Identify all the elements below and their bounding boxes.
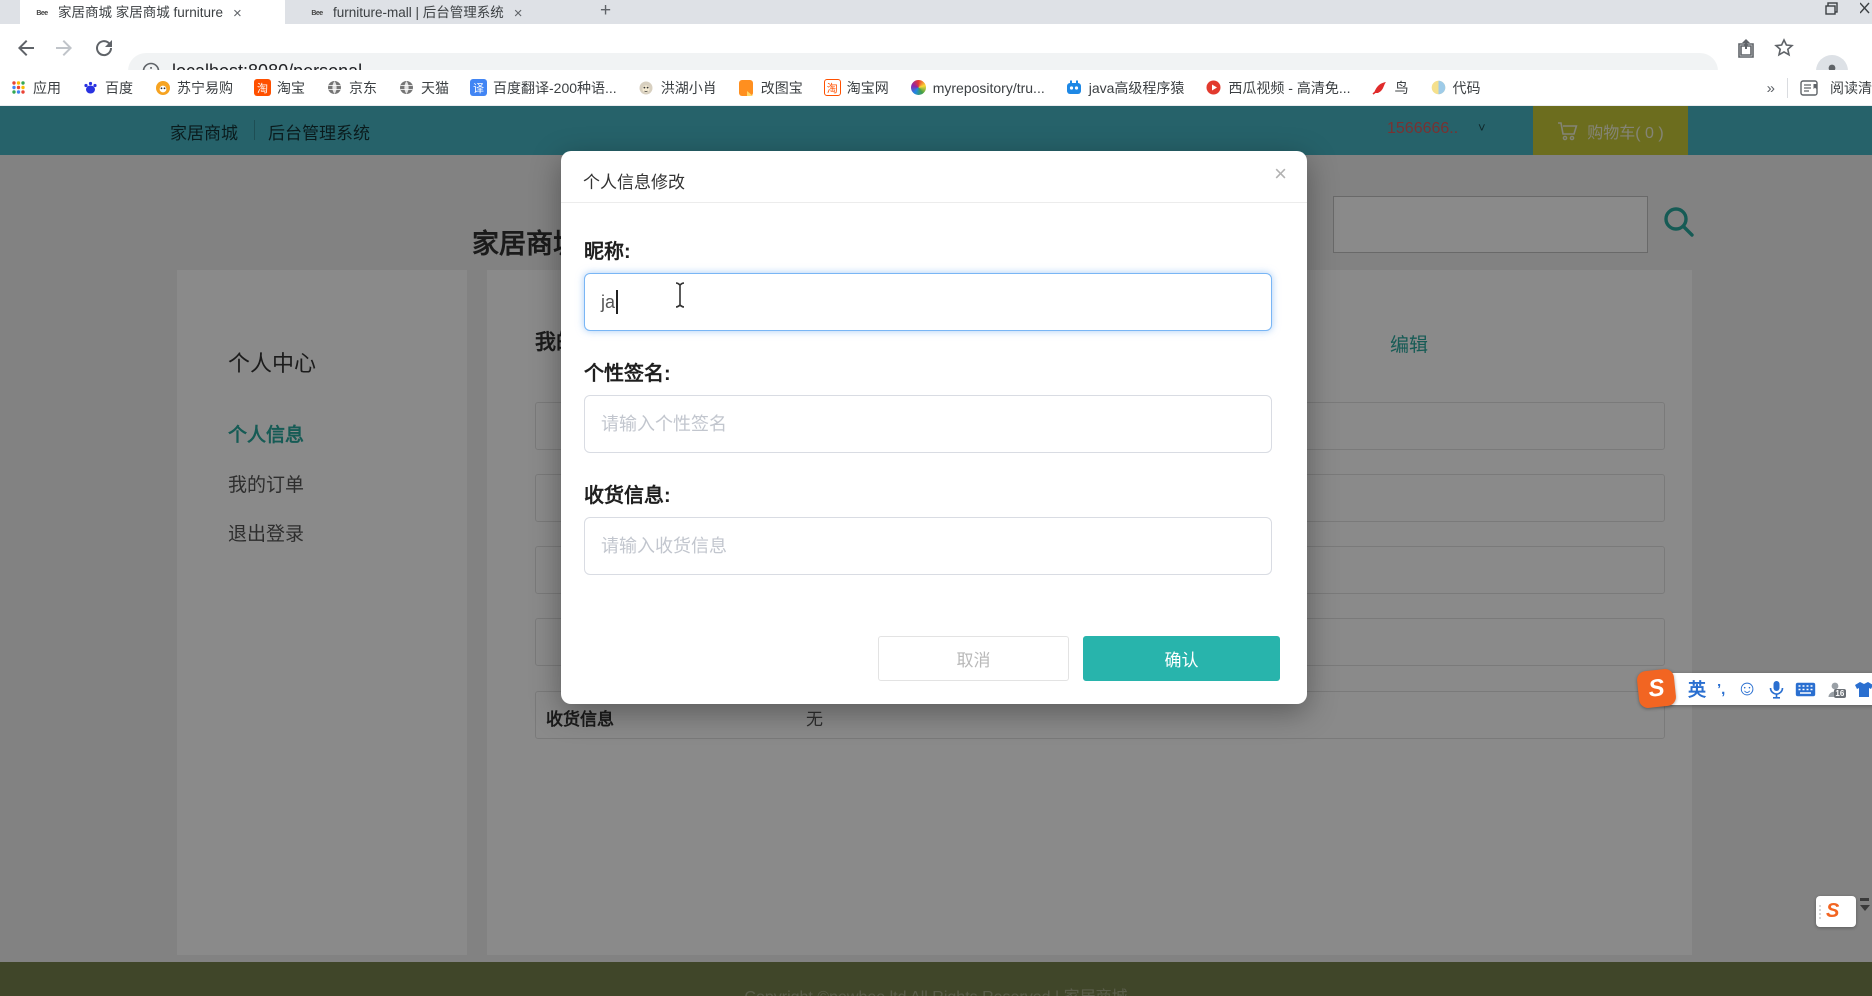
- skin-tshirt-icon[interactable]: [1854, 681, 1872, 698]
- bookmark-baidu-translate[interactable]: 译 百度翻译-200种语...: [470, 78, 617, 98]
- suning-lion-icon: [154, 79, 171, 96]
- bookmark-code[interactable]: 代码: [1430, 78, 1481, 98]
- badge-count: 16: [1833, 688, 1846, 698]
- translate-icon: 译: [470, 79, 487, 96]
- bookmark-taobao-web[interactable]: 淘 淘宝网: [823, 78, 889, 98]
- tab-strip: Bee 家居商城 家居商城 furniture × Bee furniture-…: [0, 0, 1872, 24]
- robot-icon: [1066, 79, 1083, 96]
- drag-handle[interactable]: [1816, 904, 1824, 919]
- confirm-button[interactable]: 确认: [1083, 636, 1280, 681]
- dialog-title: 个人信息修改: [583, 173, 685, 192]
- tab-admin-system[interactable]: Bee furniture-mall | 后台管理系统 ×: [295, 0, 583, 24]
- bee-favicon-icon: Bee: [311, 9, 323, 17]
- window-restore-icon[interactable]: [1825, 2, 1838, 15]
- bookmark-xigua[interactable]: 西瓜视频 - 高清免...: [1205, 78, 1351, 98]
- bookmark-label: 天猫: [421, 79, 449, 96]
- bookmarks-overflow-icon[interactable]: »: [1767, 80, 1775, 97]
- bookmark-star-icon[interactable]: [1772, 36, 1796, 60]
- bee-favicon-icon: Bee: [36, 9, 48, 17]
- bird-icon: [1372, 79, 1389, 96]
- monkey-icon: [638, 79, 655, 96]
- bookmark-honghu[interactable]: 洪湖小肖: [638, 78, 717, 98]
- ime-language-toggle[interactable]: 英: [1688, 676, 1706, 702]
- globe-icon: [398, 79, 415, 96]
- bookmark-label: 西瓜视频 - 高清免...: [1228, 79, 1351, 96]
- bookmarks-right-group: » 阅读清: [1758, 70, 1872, 105]
- apps-grid-icon: [10, 79, 27, 96]
- bookmark-label: java高级程序猿: [1088, 79, 1185, 96]
- sogou-logo-icon[interactable]: S: [1826, 900, 1839, 923]
- browser-toolbar: localhost:8080/personal: [0, 24, 1872, 89]
- reload-icon[interactable]: [92, 36, 116, 60]
- browser-window: Bee 家居商城 家居商城 furniture × Bee furniture-…: [0, 0, 1872, 996]
- bookmark-apps[interactable]: 应用: [10, 78, 61, 98]
- new-tab-button[interactable]: +: [600, 0, 611, 22]
- close-icon[interactable]: ×: [1274, 163, 1287, 185]
- dialog-header: 个人信息修改 ×: [561, 151, 1307, 203]
- forward-icon: [52, 36, 76, 60]
- bookmark-suning[interactable]: 苏宁易购: [154, 78, 233, 98]
- orange-doc-icon: [738, 79, 755, 96]
- bookmark-myrepository[interactable]: myrepository/tru...: [910, 79, 1045, 96]
- tab-close-icon[interactable]: ×: [514, 6, 523, 21]
- bookmark-jd[interactable]: 京东: [326, 78, 377, 98]
- signature-input[interactable]: [584, 395, 1272, 453]
- bookmark-baidu[interactable]: 百度: [82, 78, 133, 98]
- window-close-icon[interactable]: [1860, 2, 1870, 15]
- ime-punctuation-icon[interactable]: ’,: [1717, 681, 1725, 698]
- sogou-mini-controls[interactable]: [1860, 898, 1870, 911]
- tab-close-icon[interactable]: ×: [233, 6, 242, 21]
- bookmark-label: 百度: [105, 79, 133, 96]
- bookmark-taobao[interactable]: 淘 淘宝: [254, 78, 305, 98]
- bookmark-label: 淘宝网: [846, 79, 889, 96]
- back-icon[interactable]: [14, 36, 38, 60]
- text-caret: [616, 290, 618, 314]
- nickname-value: ja: [601, 291, 616, 312]
- keyboard-icon[interactable]: [1795, 682, 1816, 697]
- bookmark-label: 应用: [33, 79, 61, 96]
- bookmark-label: 苏宁易购: [177, 79, 233, 96]
- taobao-icon: 淘: [823, 79, 841, 96]
- tab-title: furniture-mall | 后台管理系统: [333, 5, 504, 20]
- edit-profile-dialog: 个人信息修改 × 昵称: ja 个性签名: 收货信息: 取消 确认: [561, 151, 1307, 704]
- reading-list-icon[interactable]: [1800, 80, 1818, 96]
- sogou-logo-icon[interactable]: S: [1636, 668, 1677, 709]
- tab-title: 家居商城 家居商城 furniture: [58, 5, 224, 20]
- user-badge-icon[interactable]: 16: [1827, 681, 1846, 698]
- bookmark-label: 淘宝: [277, 79, 305, 96]
- shipping-label: 收货信息:: [584, 485, 671, 507]
- tab-furniture-shop[interactable]: Bee 家居商城 家居商城 furniture ×: [20, 0, 285, 24]
- nickname-label: 昵称:: [584, 241, 631, 263]
- baidu-paw-icon: [82, 79, 99, 96]
- bookmark-gaituba[interactable]: 改图宝: [738, 78, 803, 98]
- bookmark-label: 鸟: [1394, 79, 1409, 96]
- share-icon[interactable]: [1734, 36, 1758, 60]
- rainbow-circle-icon: [910, 79, 927, 96]
- sogou-mini-bar[interactable]: S: [1816, 896, 1856, 927]
- coin-icon: [1430, 79, 1447, 96]
- bookmark-label: 百度翻译-200种语...: [493, 79, 617, 96]
- bookmark-label: myrepository/tru...: [932, 79, 1045, 96]
- divider: [1787, 78, 1788, 98]
- window-controls: [1825, 2, 1870, 15]
- bookmark-label: 代码: [1452, 79, 1481, 96]
- bookmark-label: 洪湖小肖: [660, 79, 717, 96]
- bookmark-java[interactable]: java高级程序猿: [1066, 78, 1185, 98]
- cancel-button[interactable]: 取消: [878, 636, 1069, 681]
- bookmark-label: 改图宝: [760, 79, 803, 96]
- bookmark-tmall[interactable]: 天猫: [398, 78, 449, 98]
- shipping-input[interactable]: [584, 517, 1272, 575]
- emoji-icon[interactable]: ☺: [1736, 677, 1757, 701]
- play-circle-icon: [1205, 79, 1222, 96]
- ime-toolbar[interactable]: S 英 ’, ☺ 16: [1636, 668, 1872, 709]
- mouse-ibeam-cursor: [672, 281, 688, 309]
- reading-list-label[interactable]: 阅读清: [1830, 78, 1872, 98]
- taobao-icon: 淘: [254, 79, 271, 96]
- bookmark-label: 京东: [349, 79, 377, 96]
- globe-icon: [326, 79, 343, 96]
- signature-label: 个性签名:: [584, 363, 671, 385]
- microphone-icon[interactable]: [1769, 680, 1784, 699]
- bookmarks-bar: 应用 百度 苏宁易购 淘 淘宝 京东 天猫 译 百度翻译-200种语... 洪湖…: [0, 70, 1872, 106]
- bookmark-bird[interactable]: 鸟: [1372, 78, 1409, 98]
